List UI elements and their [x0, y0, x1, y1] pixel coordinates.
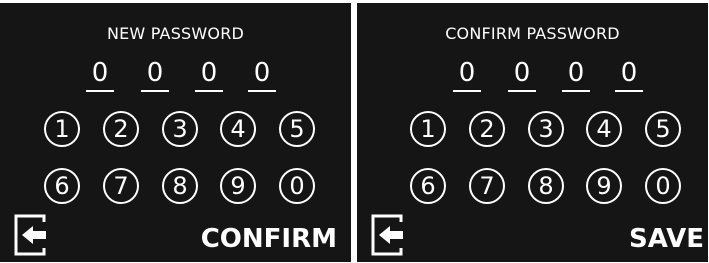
keypad-key-1[interactable]: 1 — [44, 111, 80, 147]
panel-title: NEW PASSWORD — [106, 24, 245, 43]
keypad-key-2[interactable]: 2 — [103, 111, 139, 147]
keypad-key-3[interactable]: 3 — [528, 111, 564, 147]
keypad-key-6[interactable]: 6 — [410, 168, 446, 204]
pin-digit-4: 0 — [248, 58, 276, 92]
keypad-key-1[interactable]: 1 — [410, 111, 446, 147]
keypad-key-0[interactable]: 0 — [279, 168, 315, 204]
exit-door-arrow-icon[interactable] — [371, 214, 403, 256]
keypad-key-3[interactable]: 3 — [162, 111, 198, 147]
keypad-key-8[interactable]: 8 — [162, 168, 198, 204]
keypad-key-2[interactable]: 2 — [469, 111, 505, 147]
save-button[interactable]: SAVE — [629, 222, 704, 256]
pin-digit-3: 0 — [195, 58, 223, 92]
keypad-key-8[interactable]: 8 — [528, 168, 564, 204]
panel-title: CONFIRM PASSWORD — [445, 24, 620, 43]
keypad-key-9[interactable]: 9 — [220, 168, 256, 204]
pin-digit-2: 0 — [141, 58, 169, 92]
keypad-key-6[interactable]: 6 — [44, 168, 80, 204]
exit-door-arrow-icon[interactable] — [14, 214, 46, 256]
pin-digit-1: 0 — [86, 58, 114, 92]
pin-digit-4: 0 — [615, 58, 643, 92]
keypad-key-5[interactable]: 5 — [645, 111, 681, 147]
keypad-key-9[interactable]: 9 — [586, 168, 622, 204]
confirm-password-panel: CONFIRM PASSWORD 0 0 0 0 1 2 3 4 5 6 7 8… — [357, 3, 708, 262]
keypad-key-5[interactable]: 5 — [279, 111, 315, 147]
confirm-button[interactable]: CONFIRM — [201, 222, 337, 256]
keypad-key-7[interactable]: 7 — [469, 168, 505, 204]
keypad-key-4[interactable]: 4 — [586, 111, 622, 147]
keypad-key-7[interactable]: 7 — [103, 168, 139, 204]
pin-digit-1: 0 — [453, 58, 481, 92]
new-password-panel: NEW PASSWORD 0 0 0 0 1 2 3 4 5 6 7 8 9 0… — [0, 3, 351, 262]
keypad-key-0[interactable]: 0 — [645, 168, 681, 204]
keypad-key-4[interactable]: 4 — [220, 111, 256, 147]
pin-digit-2: 0 — [508, 58, 536, 92]
pin-digit-3: 0 — [562, 58, 590, 92]
